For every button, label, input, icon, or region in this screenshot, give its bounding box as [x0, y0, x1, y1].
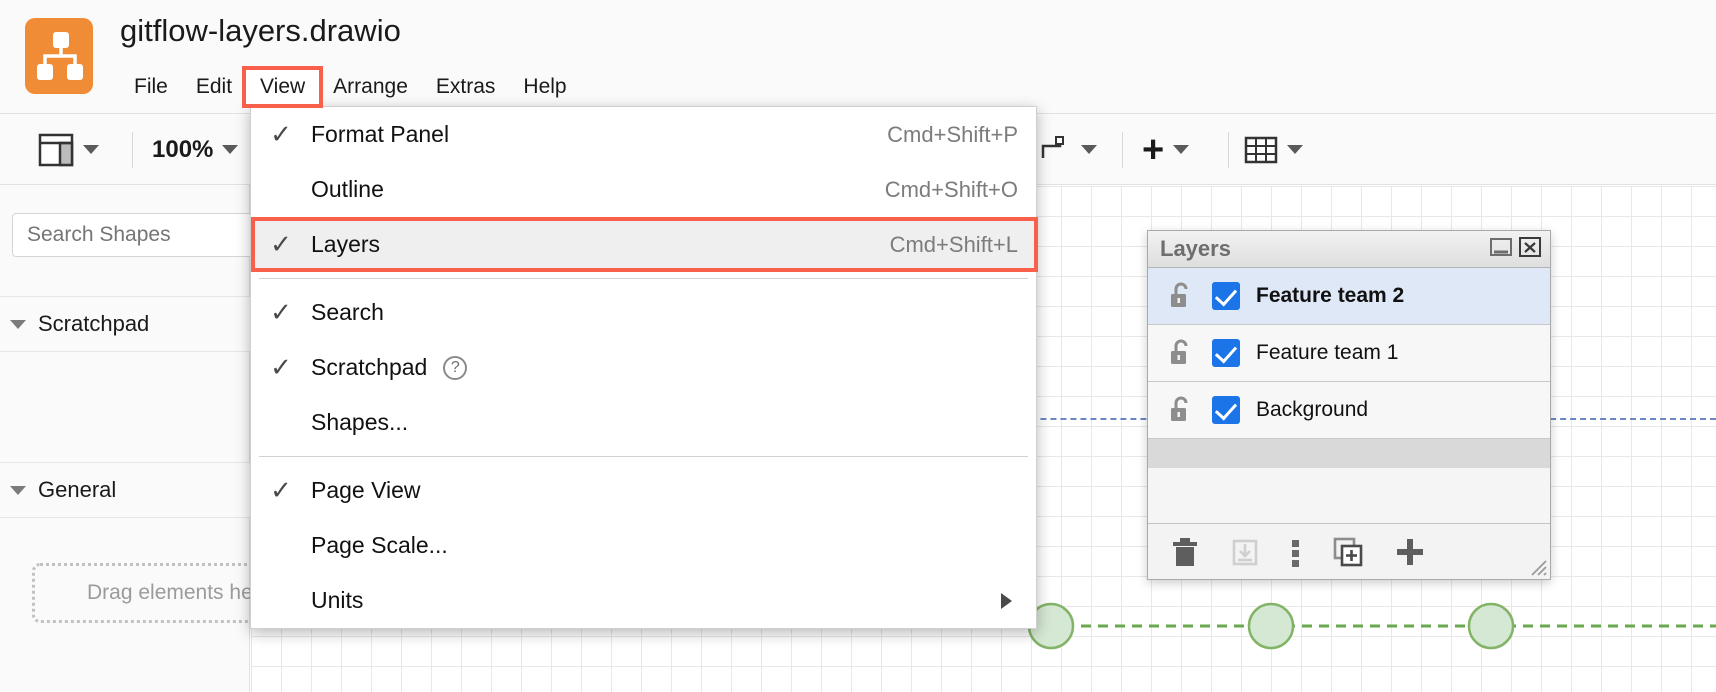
menu-item-shortcut: Cmd+Shift+L [890, 232, 1018, 258]
layer-name: Feature team 1 [1256, 341, 1398, 365]
menu-help[interactable]: Help [509, 70, 580, 104]
layers-panel-toolbar [1148, 523, 1550, 579]
chevron-down-icon [1081, 145, 1097, 154]
chevron-down-icon [10, 486, 26, 495]
app-header: gitflow-layers.drawio File Edit View Arr… [0, 0, 1716, 113]
menu-item-label: Layers [311, 231, 380, 258]
menu-item-outline[interactable]: Outline Cmd+Shift+O [251, 162, 1036, 217]
layer-row[interactable]: Feature team 2 [1148, 268, 1550, 325]
zoom-level-label: 100% [152, 136, 213, 164]
menu-divider [259, 456, 1028, 457]
menu-item-label: Outline [311, 176, 384, 203]
minimize-icon[interactable] [1489, 235, 1513, 259]
layer-name: Feature team 2 [1256, 284, 1404, 308]
layers-list: Feature team 2 Feature team 1 Background [1148, 268, 1550, 468]
menu-item-shapes[interactable]: Shapes... [251, 395, 1036, 450]
checkmark-icon: ✓ [251, 229, 311, 260]
page-title: gitflow-layers.drawio [120, 13, 401, 49]
layer-row[interactable]: Background [1148, 382, 1550, 439]
layers-panel[interactable]: Layers Feature team 2 Feature team 1 Backg… [1147, 230, 1551, 580]
menu-item-shortcut: Cmd+Shift+O [885, 177, 1018, 203]
layer-name: Background [1256, 398, 1368, 422]
layers-panel-title: Layers [1160, 236, 1231, 262]
chevron-down-icon [83, 145, 99, 154]
menu-item-page-scale[interactable]: Page Scale... [251, 518, 1036, 573]
menu-item-label: Page Scale... [311, 532, 448, 559]
plus-icon[interactable] [1394, 536, 1426, 568]
menu-extras[interactable]: Extras [422, 70, 510, 104]
layer-row[interactable]: Feature team 1 [1148, 325, 1550, 382]
insert-table-button[interactable] [1244, 114, 1303, 185]
zoom-control[interactable]: 100% [152, 114, 238, 185]
toolbar-divider [1228, 132, 1229, 168]
chevron-down-icon [10, 320, 26, 329]
toolbar-divider [132, 132, 133, 168]
resize-handle-icon[interactable] [1528, 557, 1548, 577]
layer-visibility-checkbox[interactable] [1212, 282, 1240, 310]
vertical-dots-icon[interactable] [1290, 536, 1302, 568]
menu-item-label: Shapes... [311, 409, 408, 436]
unlock-icon[interactable] [1168, 282, 1194, 310]
menu-item-units[interactable]: Units [251, 573, 1036, 628]
menu-edit[interactable]: Edit [182, 70, 246, 104]
menu-item-label: Scratchpad [311, 354, 427, 381]
table-grid-icon [1244, 135, 1278, 165]
menu-divider [259, 278, 1028, 279]
section-label: General [38, 477, 116, 503]
duplicate-layer-icon[interactable] [1332, 536, 1364, 568]
waypoint-icon [1040, 136, 1072, 164]
menu-item-label: Format Panel [311, 121, 449, 148]
menu-item-page-view[interactable]: ✓Page View [251, 463, 1036, 518]
menu-arrange[interactable]: Arrange [319, 70, 422, 104]
move-to-layer-icon[interactable] [1230, 536, 1260, 568]
chevron-down-icon [222, 145, 238, 154]
view-dropdown-menu[interactable]: ✓Format PanelCmd+Shift+POutlineCmd+Shift… [250, 106, 1037, 629]
unlock-icon[interactable] [1168, 396, 1194, 424]
menu-file[interactable]: File [120, 70, 182, 104]
help-icon[interactable]: ? [443, 356, 467, 380]
toolbar-divider [1122, 132, 1123, 168]
checkmark-icon: ✓ [251, 297, 311, 328]
trash-icon[interactable] [1170, 536, 1200, 568]
menubar: File Edit View Arrange Extras Help [120, 68, 581, 106]
shapes-sidebar: Scratchpad Drag elements here General Te… [0, 185, 250, 692]
menu-item-shortcut: Cmd+Shift+P [887, 122, 1018, 148]
scratchpad-hint-label: Drag elements here [87, 581, 271, 605]
plus-icon: + [1142, 131, 1164, 169]
layer-visibility-checkbox[interactable] [1212, 396, 1240, 424]
view-layout-button[interactable] [38, 114, 99, 185]
menu-item-scratchpad[interactable]: ✓Scratchpad? [251, 340, 1036, 395]
menu-item-label: Search [311, 299, 384, 326]
unlock-icon[interactable] [1168, 339, 1194, 367]
layer-visibility-checkbox[interactable] [1212, 339, 1240, 367]
close-icon[interactable] [1518, 235, 1542, 259]
menu-item-search[interactable]: ✓Search [251, 285, 1036, 340]
menu-view[interactable]: View [246, 70, 319, 104]
chevron-down-icon [1287, 145, 1303, 154]
menu-item-label: Page View [311, 477, 421, 504]
layers-panel-titlebar[interactable]: Layers [1148, 231, 1550, 268]
checkmark-icon: ✓ [251, 352, 311, 383]
panel-layout-icon [38, 133, 74, 167]
waypoints-button[interactable] [1040, 114, 1097, 185]
insert-shape-button[interactable]: + [1142, 114, 1189, 185]
submenu-arrow-icon [1001, 593, 1012, 609]
chevron-down-icon [1173, 145, 1189, 154]
menu-item-format-panel[interactable]: ✓Format Panel Cmd+Shift+P [251, 107, 1036, 162]
menu-item-label: Units [311, 587, 363, 614]
checkmark-icon: ✓ [251, 475, 311, 506]
checkmark-icon: ✓ [251, 119, 311, 150]
section-label: Scratchpad [38, 311, 149, 337]
menu-item-layers[interactable]: ✓Layers Cmd+Shift+L [251, 217, 1036, 272]
drawio-logo-icon [25, 18, 93, 94]
